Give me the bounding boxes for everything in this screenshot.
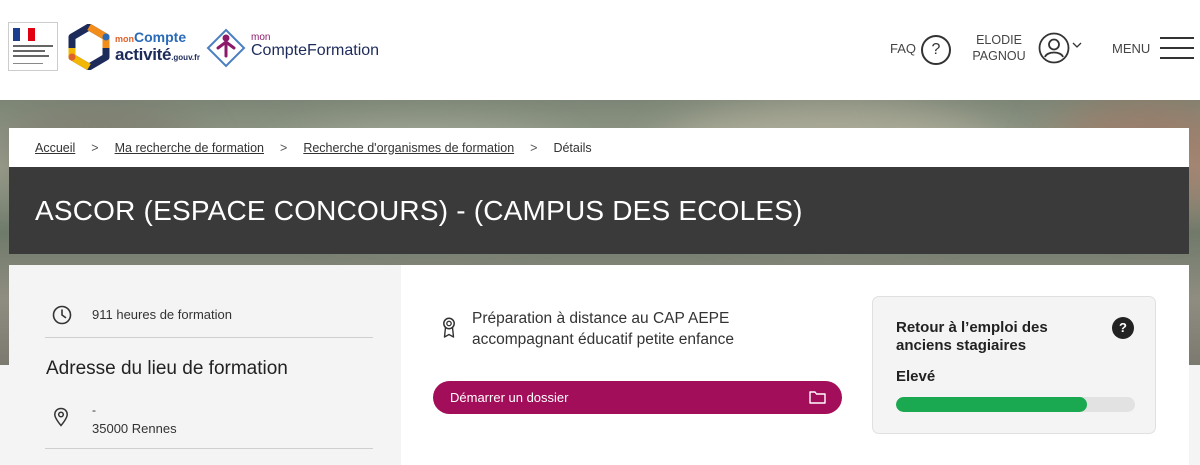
flag-icon	[13, 28, 35, 41]
moncompteformation-logo-text[interactable]: mon CompteFormation	[251, 33, 379, 59]
divider	[45, 448, 373, 449]
stat-title: Retour à l’emploi des anciens stagiaires	[896, 319, 1048, 354]
moncompteformation-logo-icon[interactable]	[206, 28, 246, 68]
breadcrumb-current: Détails	[553, 140, 592, 155]
faq-help-icon[interactable]: ?	[921, 35, 951, 65]
address-title: Adresse du lieu de formation	[46, 358, 288, 379]
breadcrumb-accueil[interactable]: Accueil	[35, 141, 75, 155]
user-name[interactable]: ELODIE PAGNOU	[968, 32, 1030, 64]
logo-mcf-name: CompteFormation	[251, 42, 380, 59]
logo-activite: activité	[115, 45, 172, 64]
info-sidebar: 911 heures de formation Adresse du lieu …	[9, 265, 401, 465]
site-header: monCompte activité.gouv.fr mon CompteFor…	[0, 0, 1200, 100]
breadcrumb-separator: >	[530, 140, 538, 155]
progress-fill	[896, 397, 1088, 412]
faq-link[interactable]: FAQ	[890, 41, 916, 56]
training-details-panel: Préparation à distance au CAP AEPE accom…	[401, 265, 1189, 465]
employment-return-card: Retour à l’emploi des anciens stagiaires…	[872, 296, 1156, 434]
ribbon-award-icon	[443, 317, 455, 338]
help-icon[interactable]: ?	[1112, 317, 1134, 339]
menu-icon[interactable]	[1160, 37, 1194, 61]
breadcrumb-recherche-organismes[interactable]: Recherche d'organismes de formation	[303, 141, 514, 155]
address-line-2: 35000 Rennes	[92, 421, 177, 436]
title-band: ASCOR (ESPACE CONCOURS) - (CAMPUS DES EC…	[9, 167, 1189, 254]
moncompteactivite-logo-icon[interactable]	[66, 24, 112, 70]
breadcrumb-separator: >	[91, 140, 99, 155]
menu-label[interactable]: MENU	[1112, 41, 1150, 56]
course-title: Préparation à distance au CAP AEPE accom…	[472, 310, 734, 348]
logo-mon: mon	[115, 34, 134, 44]
start-dossier-button[interactable]: Démarrer un dossier	[433, 381, 842, 414]
page-title: ASCOR (ESPACE CONCOURS) - (CAMPUS DES EC…	[35, 195, 803, 226]
user-last-name: PAGNOU	[972, 49, 1026, 63]
stat-level: Elevé	[896, 368, 936, 385]
logo-compte: Compte	[134, 29, 187, 45]
breadcrumb-separator: >	[280, 140, 288, 155]
location-pin-icon	[54, 407, 68, 427]
chevron-down-icon[interactable]	[1072, 40, 1082, 50]
user-first-name: ELODIE	[976, 33, 1022, 47]
breadcrumb-ma-recherche[interactable]: Ma recherche de formation	[115, 141, 264, 155]
divider	[45, 337, 373, 338]
moncompteactivite-logo-text[interactable]: monCompte activité.gouv.fr	[115, 30, 200, 64]
user-icon[interactable]	[1038, 32, 1070, 64]
logo-gouv: .gouv.fr	[171, 53, 200, 62]
employment-progress-bar	[896, 397, 1135, 412]
republique-francaise-logo[interactable]	[8, 22, 58, 71]
clock-icon	[52, 305, 72, 325]
start-dossier-label: Démarrer un dossier	[450, 390, 569, 405]
training-hours: 911 heures de formation	[92, 307, 232, 322]
breadcrumb: Accueil > Ma recherche de formation > Re…	[9, 128, 1189, 167]
address-line-1: -	[92, 403, 96, 417]
folder-icon	[809, 391, 826, 404]
